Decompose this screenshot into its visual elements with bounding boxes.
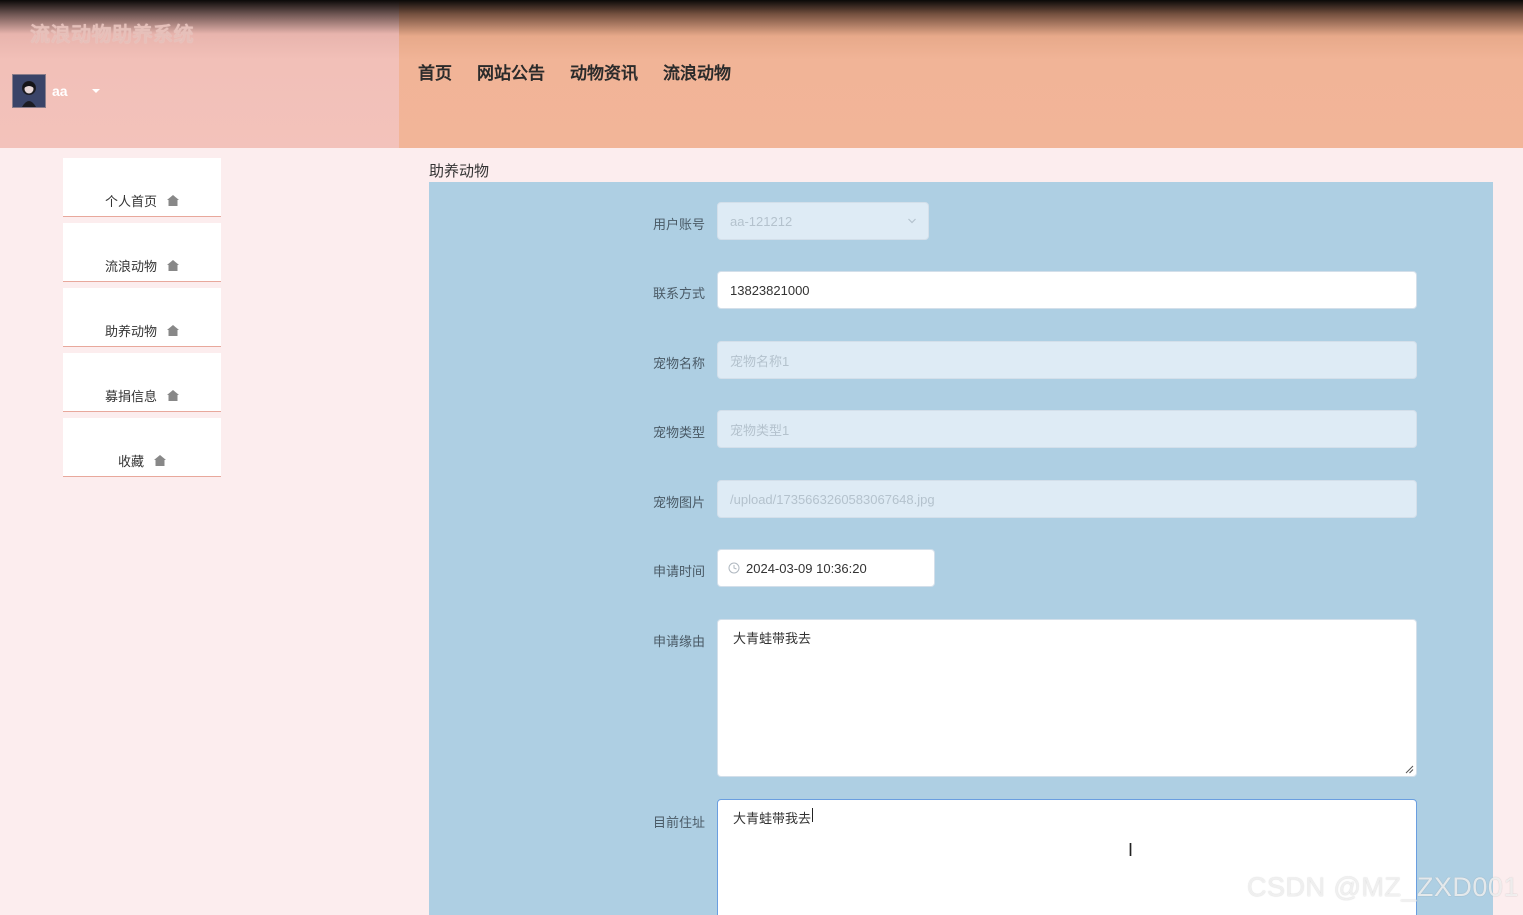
sidebar-item-label: 个人首页 [104,194,157,209]
text-caret [812,808,814,822]
nav-stray-animals[interactable]: 流浪动物 [663,59,731,84]
apply-time-label: 申请时间 [652,564,705,579]
sidebar-item-personal-home[interactable]: 个人首页 [63,158,221,217]
page: 流浪动物助养系统 aa 首页 网站公告 动物资讯 流浪动物 个人首页 流浪动物 … [0,0,1523,915]
contact-label: 联系方式 [652,286,705,301]
resize-handle-icon[interactable] [1404,764,1414,774]
top-nav: 首页 网站公告 动物资讯 流浪动物 [418,59,756,84]
clock-icon [728,562,740,574]
nav-animal-news[interactable]: 动物资讯 [570,59,638,84]
apply-time-value: 2024-03-09 10:36:20 [746,560,867,576]
sidebar-item-label: 收藏 [117,454,144,469]
sidebar-item-favorites[interactable]: 收藏 [63,418,221,477]
reason-value: 大青蛙带我去 [733,631,812,646]
sidebar-item-adopted-animals[interactable]: 助养动物 [63,288,221,347]
pet-type-label: 宠物类型 [652,425,705,440]
contact-value: 13823821000 [730,282,810,298]
header-left-panel: 流浪动物助养系统 aa [0,0,399,148]
sidebar-item-label: 助养动物 [104,324,157,339]
pet-name-input[interactable]: 宠物名称1 [717,341,1417,379]
nav-announcements[interactable]: 网站公告 [477,59,545,84]
text-cursor-icon: I [1128,840,1134,860]
watermark: CSDN @MZ_ZXD001 [1247,872,1519,902]
header: 流浪动物助养系统 aa 首页 网站公告 动物资讯 流浪动物 [0,0,1523,148]
user-name[interactable]: aa [52,83,68,99]
pet-type-value: 宠物类型1 [730,422,790,438]
user-account-value: aa-121212 [730,213,793,229]
user-account-select[interactable]: aa-121212 [717,202,929,240]
home-icon [167,195,179,206]
apply-time-picker[interactable]: 2024-03-09 10:36:20 [717,549,935,587]
pet-image-value: /upload/1735663260583067648.jpg [730,491,935,507]
sidebar: 个人首页 流浪动物 助养动物 募捐信息 收藏 [63,158,221,483]
pet-name-value: 宠物名称1 [730,353,790,369]
user-account-label: 用户账号 [652,217,705,232]
pet-image-input[interactable]: /upload/1735663260583067648.jpg [717,480,1417,518]
site-title: 流浪动物助养系统 [30,24,194,46]
nav-home[interactable]: 首页 [418,59,452,84]
home-icon [154,455,166,466]
home-icon [167,390,179,401]
page-title: 助养动物 [429,163,490,180]
reason-textarea[interactable]: 大青蛙带我去 [717,619,1417,777]
pet-name-label: 宠物名称 [652,356,705,371]
avatar-image-icon [13,75,45,107]
adoption-form: 用户账号 aa-121212 联系方式 13823821000 宠物名称 宠物名… [429,182,1493,915]
sidebar-item-donations[interactable]: 募捐信息 [63,353,221,412]
sidebar-item-stray-animals[interactable]: 流浪动物 [63,223,221,282]
sidebar-item-label: 流浪动物 [104,259,157,274]
home-icon [167,260,179,271]
avatar[interactable] [12,74,46,108]
chevron-down-icon[interactable] [91,89,100,93]
user-menu[interactable]: aa [12,74,100,108]
pet-image-label: 宠物图片 [652,495,705,510]
chevron-down-icon [908,218,916,224]
pet-type-input[interactable]: 宠物类型1 [717,410,1417,448]
address-label: 目前住址 [652,815,705,830]
contact-input[interactable]: 13823821000 [717,271,1417,309]
address-value: 大青蛙带我去 [733,811,812,826]
home-icon [167,325,179,336]
sidebar-item-label: 募捐信息 [104,389,157,404]
reason-label: 申请缘由 [652,634,705,649]
